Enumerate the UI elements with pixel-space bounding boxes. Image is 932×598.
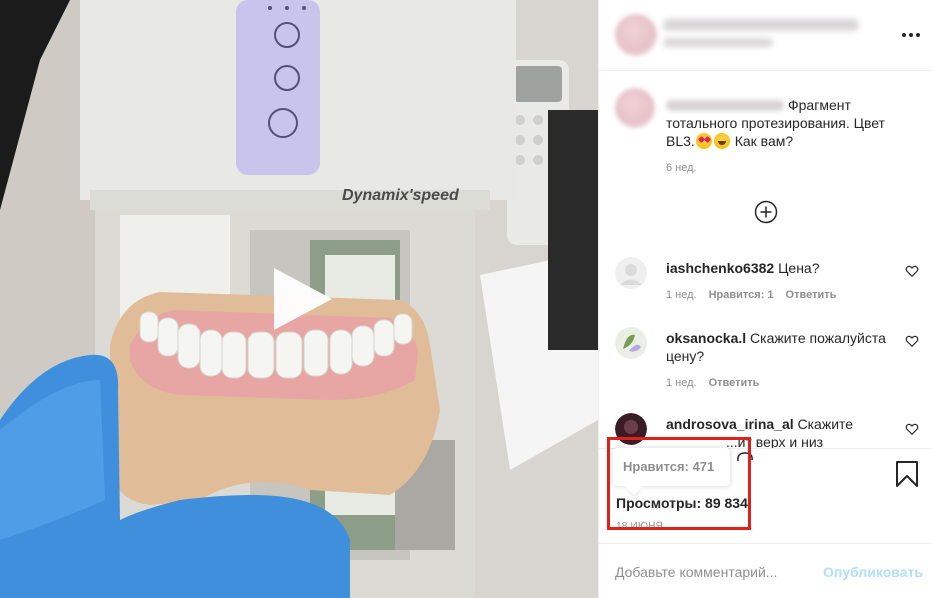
play-icon (274, 268, 332, 330)
comment-body: Скажите (797, 416, 854, 432)
heart-icon[interactable] (905, 264, 919, 278)
heart-eyes-emoji (695, 133, 712, 149)
comment-likes-button[interactable]: Нравится: 1 (709, 289, 774, 301)
bookmark-icon (896, 461, 918, 487)
heart-icon[interactable] (905, 334, 919, 348)
comment-time[interactable]: 1 нед. (666, 289, 697, 301)
more-icon (902, 33, 920, 37)
load-more-comments-button[interactable] (754, 200, 778, 224)
reply-button[interactable]: Ответить (709, 377, 760, 389)
comment-time[interactable]: 1 нед. (666, 377, 697, 389)
comment-meta: 1 нед. Нравится: 1 Ответить (666, 289, 848, 301)
reply-button[interactable]: Ответить (786, 289, 837, 301)
comment-body: Цена? (778, 260, 820, 276)
comments-list[interactable]: iashchenko6382 Цена? 1 нед. Нравится: 1 От… (599, 245, 932, 448)
author-name-blurred[interactable] (663, 19, 859, 31)
caption-question: Как вам? (734, 133, 794, 149)
comment-meta: 1 нед. Ответить (666, 377, 771, 389)
caption-text: Фрагмент тотального протезирования. Цвет… (666, 96, 906, 150)
save-post-button[interactable] (895, 461, 919, 487)
publish-button[interactable]: Опубликовать (823, 564, 923, 580)
post-actions: Просмотры: 89 834 18 июня Нравится: 471 (599, 437, 932, 543)
add-comment-bar: Опубликовать (599, 543, 932, 598)
more-options-button[interactable] (899, 25, 923, 45)
comment-icon[interactable] (736, 451, 754, 463)
likes-count: Нравится: 471 (623, 459, 715, 474)
comment-username[interactable]: iashchenko6382 (666, 260, 774, 276)
commenter-avatar[interactable] (615, 257, 647, 289)
comment-body-continued: ...ит верх и низ (726, 434, 824, 448)
likes-tooltip: Нравится: 471 (613, 448, 730, 486)
comment-input[interactable] (615, 562, 815, 582)
post-header (599, 0, 932, 71)
commenter-avatar[interactable] (615, 327, 647, 359)
svg-text:Dynamix'speed: Dynamix'speed (342, 187, 460, 204)
author-location-blurred (663, 38, 773, 47)
heart-icon[interactable] (905, 422, 919, 436)
post-date[interactable]: 18 июня (616, 521, 663, 532)
comment-username[interactable]: oksanocka.l (666, 330, 746, 346)
commenter-avatar[interactable] (615, 413, 647, 445)
author-avatar[interactable] (615, 14, 657, 56)
comment-text: oksanocka.l Скажите пожалуйста цену? (666, 329, 886, 365)
caption-username-blurred[interactable] (666, 100, 784, 111)
caption-avatar[interactable] (615, 88, 655, 128)
comment-text: androsova_irina_al Скажите ...ит верх и … (666, 415, 886, 448)
caption-timestamp[interactable]: 6 нед. (666, 162, 697, 174)
play-button[interactable] (262, 262, 336, 336)
grinning-emoji (713, 133, 730, 149)
views-count[interactable]: Просмотры: 89 834 (616, 495, 748, 511)
post-side-panel: Фрагмент тотального протезирования. Цвет… (598, 0, 932, 598)
add-circle-icon (754, 200, 778, 224)
comment-username[interactable]: androsova_irina_al (666, 416, 794, 432)
post-video[interactable]: Dynamix'speed (0, 0, 598, 598)
comment-text: iashchenko6382 Цена? (666, 259, 886, 277)
